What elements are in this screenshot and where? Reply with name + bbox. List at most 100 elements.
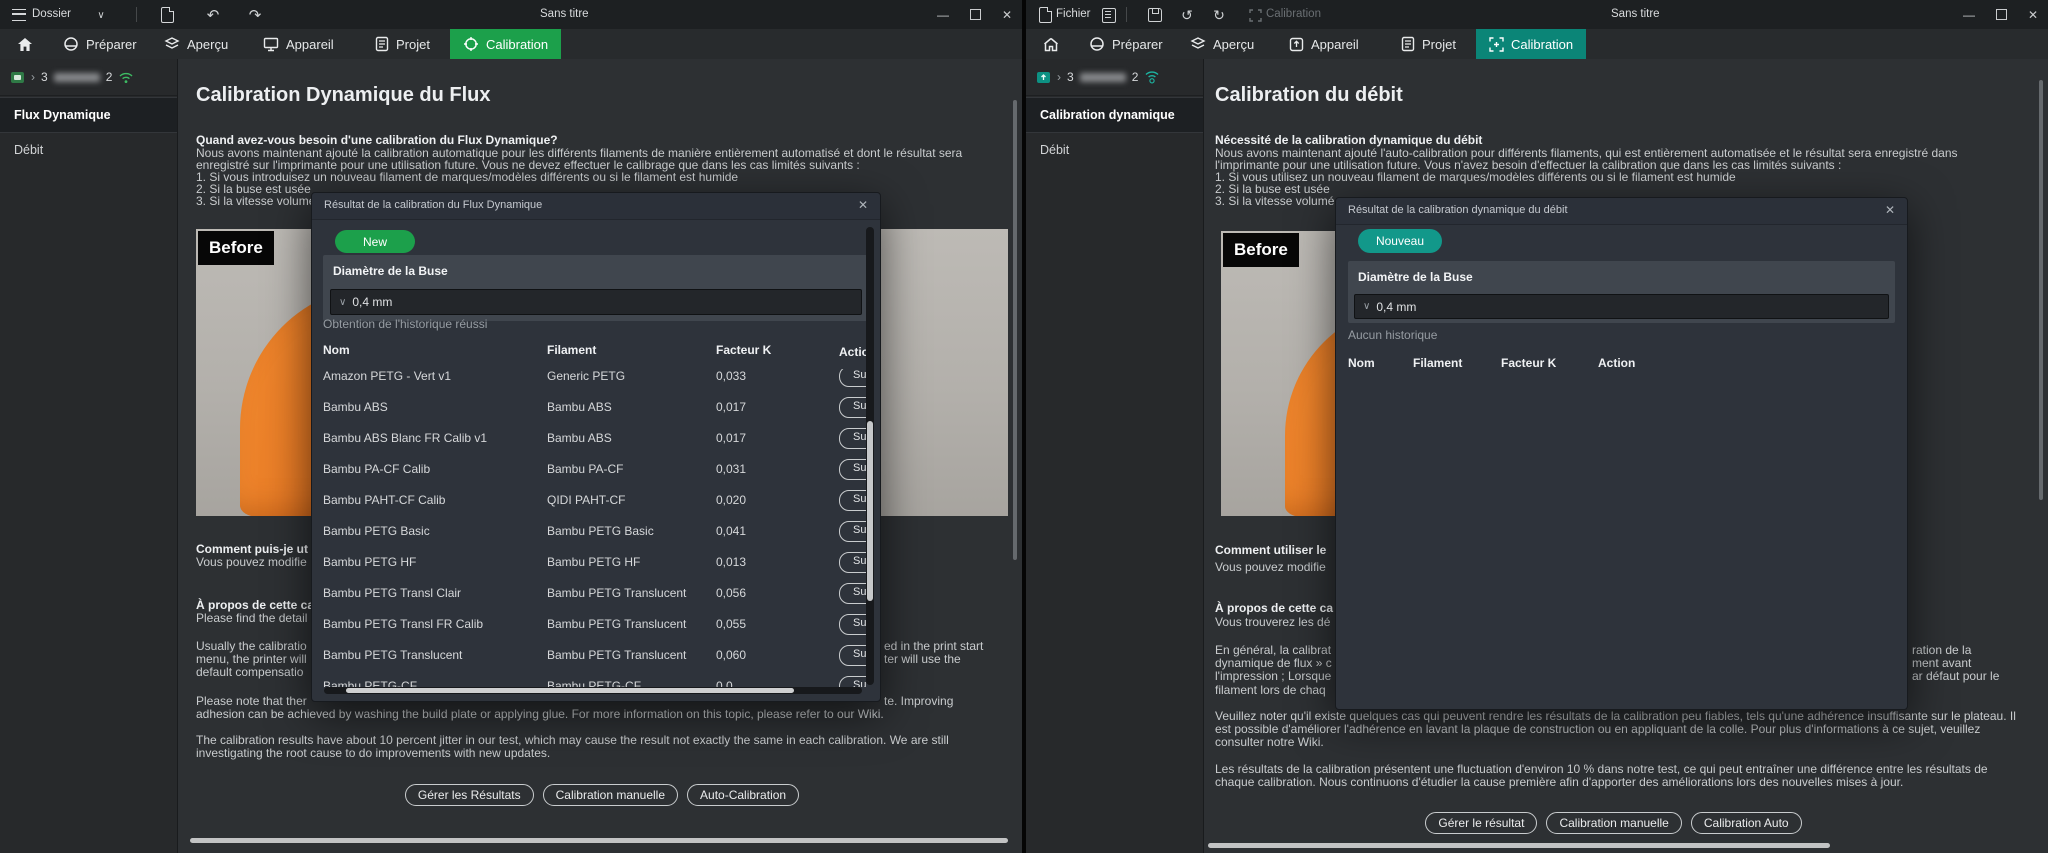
- new-calibration-button[interactable]: New: [335, 230, 415, 253]
- file-icon[interactable]: [1036, 6, 1054, 24]
- dialog-horizontal-scrollbar-thumb[interactable]: [346, 688, 794, 693]
- column-header-kfactor: Facteur K: [1501, 356, 1557, 370]
- tab-prepare[interactable]: Préparer: [50, 29, 150, 59]
- nozzle-diameter-dropdown[interactable]: ∨ 0,4 mm: [330, 289, 862, 315]
- delete-button[interactable]: Su: [839, 645, 869, 666]
- menu-hamburger-icon[interactable]: [10, 6, 28, 24]
- table-row: Bambu PA-CF Calib Bambu PA-CF 0,031 Su: [323, 459, 869, 482]
- delete-button[interactable]: Su: [839, 428, 869, 449]
- nozzle-diameter-dropdown[interactable]: ∨ 0,4 mm: [1354, 294, 1889, 319]
- delete-button[interactable]: Su: [839, 676, 869, 687]
- nozzle-diameter-value: 0,4 mm: [1376, 299, 1417, 314]
- body-line: l'impression ; Lorsque: [1215, 669, 1332, 683]
- undo-icon[interactable]: ↶: [204, 6, 222, 24]
- dropdown-chevron-icon: ∨: [339, 296, 347, 308]
- disabled-calibration-label: Calibration: [1266, 8, 1321, 20]
- delete-button[interactable]: Su: [839, 369, 869, 387]
- history-status: Obtention de l'historique réussi: [323, 317, 488, 331]
- body-line: ment avant: [1912, 656, 1972, 670]
- dialog-vertical-scrollbar[interactable]: [866, 227, 874, 685]
- tab-device[interactable]: Appareil: [1276, 29, 1372, 59]
- table-row: Bambu PETG Basic Bambu PETG Basic 0,041 Su: [323, 521, 869, 544]
- tab-preview[interactable]: Aperçu: [1177, 29, 1267, 59]
- save-icon[interactable]: [1146, 6, 1164, 24]
- sidebar: › 3 2 Flux Dynamique Débit: [0, 59, 178, 853]
- tab-device[interactable]: Appareil: [250, 29, 347, 59]
- dialog-close-icon[interactable]: ✕: [858, 198, 868, 212]
- file-menu[interactable]: Dossier: [32, 8, 71, 20]
- undo-icon[interactable]: ↺: [1178, 6, 1196, 24]
- redo-icon[interactable]: ↻: [1210, 6, 1228, 24]
- manage-result-button[interactable]: Gérer le résultat: [1425, 812, 1538, 834]
- column-header-name: Nom: [1348, 356, 1375, 370]
- close-button[interactable]: ✕: [992, 0, 1022, 29]
- tab-calibration[interactable]: Calibration: [1476, 29, 1587, 59]
- sidebar-item-dynamic-flow[interactable]: Flux Dynamique: [0, 97, 177, 133]
- before-label: Before: [1223, 233, 1299, 267]
- column-header-action: Action: [1598, 356, 1636, 370]
- home-icon[interactable]: [1032, 29, 1070, 59]
- manual-calibration-button[interactable]: Calibration manuelle: [542, 784, 679, 806]
- redo-icon[interactable]: ↷: [246, 6, 264, 24]
- home-icon[interactable]: [6, 29, 44, 59]
- manual-calibration-button[interactable]: Calibration manuelle: [1546, 812, 1682, 834]
- nozzle-diameter-label: Diamètre de la Buse: [1358, 270, 1473, 284]
- document-title: Sans titre: [540, 8, 589, 20]
- delete-button[interactable]: Su: [839, 490, 869, 511]
- preview-layers-icon: [1190, 37, 1206, 49]
- delete-button[interactable]: Su: [839, 552, 869, 573]
- dialog-titlebar: Résultat de la calibration du Flux Dynam…: [312, 193, 880, 220]
- dialog-horizontal-scrollbar[interactable]: [324, 687, 862, 694]
- vertical-scrollbar[interactable]: [1013, 100, 1017, 560]
- dialog-close-icon[interactable]: ✕: [1885, 203, 1895, 217]
- horizontal-scrollbar[interactable]: [1208, 843, 1830, 848]
- sidebar-item-dynamic-calibration[interactable]: Calibration dynamique: [1026, 97, 1203, 133]
- device-selector[interactable]: › 3 2: [1026, 59, 1203, 96]
- new-calibration-button[interactable]: Nouveau: [1358, 229, 1442, 253]
- horizontal-scrollbar[interactable]: [190, 838, 1008, 843]
- delete-button[interactable]: Su: [839, 614, 869, 635]
- body-line: dynamique de flux » c: [1215, 656, 1332, 670]
- manage-results-button[interactable]: Gérer les Résultats: [404, 784, 534, 806]
- new-file-icon[interactable]: [158, 6, 176, 24]
- section-heading-about: À propos de cette ca: [1215, 601, 1334, 615]
- tab-prepare[interactable]: Préparer: [1076, 29, 1176, 59]
- body-line: Please note that ther: [196, 694, 307, 708]
- maximize-button[interactable]: [1986, 0, 2016, 29]
- tab-project[interactable]: Projet: [1388, 29, 1469, 59]
- section-heading-about: À propos de cette ca: [196, 598, 315, 612]
- device-icon: [1289, 37, 1304, 51]
- section-heading-how: Comment utiliser le: [1215, 543, 1327, 557]
- divider: [1126, 7, 1127, 22]
- sidebar-item-flow-rate[interactable]: Débit: [0, 133, 177, 167]
- list-icon[interactable]: [1100, 6, 1118, 24]
- auto-calibration-button[interactable]: Calibration Auto: [1690, 812, 1802, 834]
- body-line: The calibration results have about 10 pe…: [196, 733, 949, 747]
- tab-preview[interactable]: Aperçu: [151, 29, 241, 59]
- maximize-button[interactable]: [960, 0, 990, 29]
- close-button[interactable]: ✕: [2018, 0, 2048, 29]
- file-menu[interactable]: Fichier: [1056, 8, 1091, 20]
- desktop: Dossier ∨ ↶ ↷ Sans titre — ✕ Préparer Ap…: [0, 0, 2048, 853]
- body-line: Usually the calibratio: [196, 639, 307, 653]
- column-header-filament: Filament: [1413, 356, 1463, 370]
- sidebar-item-flow-rate[interactable]: Débit: [1026, 133, 1203, 167]
- tab-project[interactable]: Projet: [362, 29, 443, 59]
- tab-calibration[interactable]: Calibration: [450, 29, 562, 59]
- device-selector[interactable]: › 3 2: [0, 59, 177, 96]
- minimize-button[interactable]: —: [928, 0, 958, 29]
- device-name-end: 2: [105, 70, 113, 84]
- delete-button[interactable]: Su: [839, 583, 869, 604]
- minimize-button[interactable]: —: [1954, 0, 1984, 29]
- chevron-down-icon[interactable]: ∨: [92, 6, 110, 24]
- wifi-icon: [1145, 71, 1159, 84]
- delete-button[interactable]: Su: [839, 521, 869, 542]
- calibration-result-dialog: Résultat de la calibration dynamique du …: [1335, 197, 1908, 710]
- delete-button[interactable]: Su: [839, 397, 869, 418]
- delete-button[interactable]: Su: [839, 459, 869, 480]
- body-line: Les résultats de la calibration présente…: [1215, 762, 1988, 776]
- auto-calibration-button[interactable]: Auto-Calibration: [687, 784, 800, 806]
- table-row: Bambu PETG HF Bambu PETG HF 0,013 Su: [323, 552, 869, 575]
- vertical-scrollbar[interactable]: [2039, 80, 2043, 500]
- dialog-vertical-scrollbar-thumb[interactable]: [867, 421, 873, 601]
